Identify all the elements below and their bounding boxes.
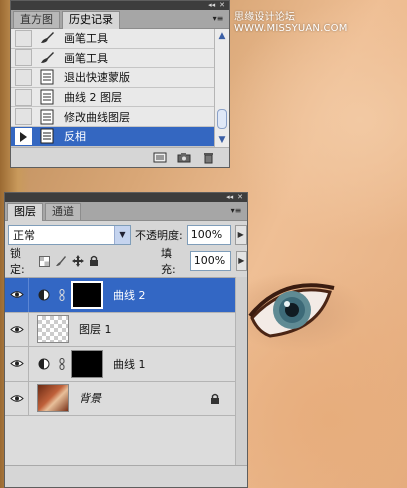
history-item-label: 退出快速蒙版 [64, 71, 130, 85]
collapse-icon[interactable]: ◂◂ [226, 193, 233, 202]
opacity-input[interactable]: 100% [186, 225, 231, 245]
lock-icon [210, 393, 222, 405]
history-item[interactable]: 修改曲线图层 [11, 107, 215, 127]
brush-icon [38, 49, 56, 66]
tab-layers[interactable]: 图层 [7, 203, 43, 221]
panel-menu-icon[interactable]: ▾≡ [228, 205, 244, 216]
layers-tabs: 图层 通道 ▾≡ [5, 202, 247, 221]
visibility-eye-icon[interactable] [5, 381, 29, 416]
state-marker-icon [20, 131, 27, 142]
scroll-down-icon[interactable]: ▼ [215, 133, 229, 147]
opacity-slider-button[interactable]: ▶ [234, 225, 247, 245]
history-source-box[interactable] [15, 49, 32, 67]
layers-list: 曲线 2 图层 1 曲线 1 背景 [5, 277, 236, 467]
layer-name: 曲线 1 [113, 357, 146, 371]
layer-row[interactable]: 曲线 1 [5, 346, 236, 382]
history-item-label: 修改曲线图层 [64, 110, 130, 124]
history-item-label: 画笔工具 [64, 51, 108, 65]
camera-icon[interactable] [177, 152, 191, 164]
layer-row-selected[interactable]: 曲线 2 [5, 277, 236, 313]
lock-label: 锁定: [10, 247, 25, 276]
layer-name: 图层 1 [79, 323, 112, 337]
visibility-eye-icon[interactable] [5, 312, 29, 347]
fill-input[interactable]: 100% [189, 251, 231, 271]
lock-all-icon[interactable] [89, 255, 100, 267]
close-icon[interactable]: ✕ [237, 193, 243, 202]
chevron-down-icon[interactable]: ▼ [114, 226, 130, 244]
tab-history[interactable]: 历史记录 [62, 11, 120, 29]
lock-row: 锁定: 填充: 100% ▶ [5, 247, 247, 276]
history-footer [11, 147, 229, 167]
lock-transparent-icon[interactable] [38, 255, 50, 267]
blend-row: 正常 ▼ 不透明度: 100% ▶ [5, 221, 247, 249]
lock-pixels-icon[interactable] [55, 255, 67, 267]
history-state-icon [38, 108, 56, 125]
layer-thumbnail[interactable] [37, 315, 69, 344]
history-item-selected[interactable]: 反相 [11, 126, 215, 147]
new-document-from-state-icon[interactable] [153, 152, 167, 164]
history-item-label: 反相 [64, 130, 86, 144]
history-item[interactable]: 曲线 2 图层 [11, 88, 215, 108]
scroll-thumb[interactable] [217, 109, 227, 129]
trash-icon[interactable] [201, 152, 215, 164]
history-list: 画笔工具 画笔工具 退出快速蒙版 曲线 2 图层 修改曲线图层 反相 [11, 29, 215, 147]
blend-mode-value: 正常 [13, 229, 35, 242]
layer-row[interactable]: 背景 [5, 381, 236, 416]
background-thumbnail[interactable] [37, 384, 69, 413]
panel-menu-icon[interactable]: ▾≡ [210, 13, 226, 24]
history-source-box[interactable] [15, 127, 32, 145]
layer-mask-thumbnail[interactable] [71, 280, 103, 309]
layer-name: 曲线 2 [113, 288, 146, 302]
chain-link-icon[interactable] [57, 357, 67, 371]
brush-icon [38, 30, 56, 47]
layers-scrollbar[interactable] [235, 277, 247, 467]
history-item[interactable]: 画笔工具 [11, 49, 215, 69]
panel-header-bar: ◂◂ ✕ [5, 193, 247, 202]
layers-footer [5, 465, 247, 487]
curves-adjustment-icon [37, 357, 51, 371]
history-source-box[interactable] [15, 29, 32, 47]
history-item[interactable]: 画笔工具 [11, 29, 215, 49]
history-scrollbar[interactable]: ▲ ▼ [214, 29, 229, 147]
opacity-label: 不透明度: [135, 229, 183, 242]
layer-mask-thumbnail[interactable] [71, 349, 103, 378]
history-state-icon [38, 89, 56, 106]
tab-histogram[interactable]: 直方图 [13, 11, 60, 28]
history-source-box[interactable] [15, 108, 32, 126]
history-item-label: 曲线 2 图层 [64, 91, 122, 105]
fill-label: 填充: [160, 247, 176, 276]
layer-row[interactable]: 图层 1 [5, 312, 236, 347]
history-state-icon [38, 128, 56, 145]
lock-position-icon[interactable] [71, 255, 84, 267]
chain-link-icon[interactable] [57, 288, 67, 302]
history-source-box[interactable] [15, 68, 32, 86]
history-tabs: 直方图 历史记录 ▾≡ [11, 10, 229, 29]
history-panel: ◂◂ ✕ 直方图 历史记录 ▾≡ 画笔工具 画笔工具 退出快速蒙版 曲线 2 图… [10, 0, 230, 168]
history-item[interactable]: 退出快速蒙版 [11, 68, 215, 88]
collapse-icon[interactable]: ◂◂ [208, 1, 215, 10]
visibility-eye-icon[interactable] [5, 346, 29, 381]
panel-header-bar: ◂◂ ✕ [11, 1, 229, 10]
history-state-icon [38, 69, 56, 86]
scroll-up-icon[interactable]: ▲ [215, 29, 229, 43]
fill-slider-button[interactable]: ▶ [235, 251, 247, 271]
history-item-label: 画笔工具 [64, 32, 108, 46]
close-icon[interactable]: ✕ [219, 1, 225, 10]
curves-adjustment-icon [37, 288, 51, 302]
watermark-text: 思缘设计论坛 WWW.MISSYUAN.COM [234, 12, 348, 34]
history-source-box[interactable] [15, 88, 32, 106]
tab-channels[interactable]: 通道 [45, 203, 81, 220]
visibility-eye-icon[interactable] [5, 277, 29, 312]
layer-name: 背景 [79, 392, 101, 406]
layers-panel: ◂◂ ✕ 图层 通道 ▾≡ 正常 ▼ 不透明度: 100% ▶ 锁定: 填充: … [4, 192, 248, 488]
blend-mode-select[interactable]: 正常 ▼ [8, 225, 131, 245]
